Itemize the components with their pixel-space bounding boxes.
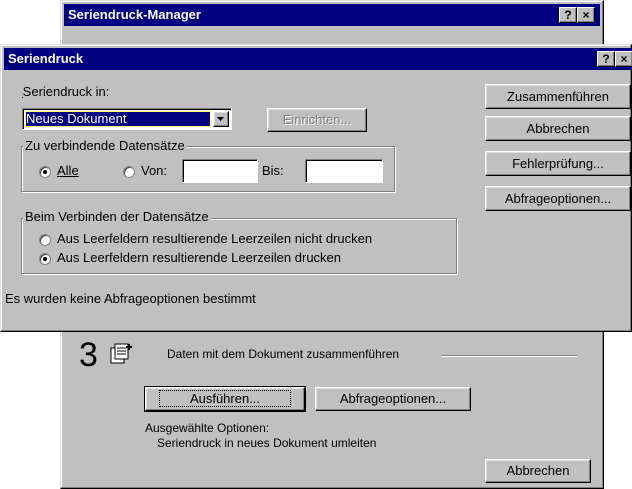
records-group-legend: Zu verbindende Datensätze xyxy=(23,138,187,153)
radio-print-blank-lines-label: Aus Leerfeldern resultierende Leerzeilen… xyxy=(57,250,342,265)
manager-cancel-button[interactable]: Abbrechen xyxy=(485,459,591,483)
dialog-help-button[interactable]: ? xyxy=(597,51,615,67)
run-button-label: Ausführen... xyxy=(158,390,292,407)
manager-close-button[interactable]: × xyxy=(577,7,595,23)
chevron-down-icon[interactable] xyxy=(213,111,229,127)
merge-target-select[interactable]: Neues Dokument xyxy=(22,108,232,130)
merge-target-label: SSeriendruck in: xyxy=(22,84,110,99)
query-status-text: Es wurden keine Abfrageoptionen bestimmt xyxy=(5,291,256,306)
step-number: 3 xyxy=(79,336,98,374)
blank-lines-group xyxy=(21,218,457,274)
to-input[interactable] xyxy=(305,159,383,183)
radio-all-label: Alle xyxy=(57,163,79,178)
merge-target-label-text: Seriendruck in: xyxy=(22,84,110,99)
radio-print-blank-lines[interactable] xyxy=(39,253,51,265)
mail-merge-dialog: Seriendruck ? × SSeriendruck in: Neues D… xyxy=(0,44,632,332)
radio-suppress-blank-lines-label: Aus Leerfeldern resultierende Leerzeilen… xyxy=(57,231,373,246)
step-description: Daten mit dem Dokument zusammenführen xyxy=(167,347,400,361)
from-input[interactable] xyxy=(182,159,258,183)
dialog-query-options-button[interactable]: Abfrageoptionen... xyxy=(485,186,631,211)
selected-options-label: Ausgewählte Optionen: xyxy=(145,421,270,435)
dialog-cancel-button[interactable]: Abbrechen xyxy=(485,116,631,141)
merge-data-icon xyxy=(109,343,133,365)
manager-query-options-button[interactable]: Abfrageoptionen... xyxy=(315,387,471,411)
manager-help-button[interactable]: ? xyxy=(559,7,577,23)
radio-all[interactable] xyxy=(39,166,51,178)
radio-suppress-blank-lines[interactable] xyxy=(39,234,51,246)
step-divider xyxy=(441,355,577,357)
dialog-titlebar[interactable]: Seriendruck xyxy=(4,48,632,70)
setup-button[interactable]: Einrichten... xyxy=(267,108,367,132)
merge-target-value: Neues Dokument xyxy=(25,111,211,127)
radio-from-label: Von: xyxy=(141,163,168,178)
dialog-close-button[interactable]: × xyxy=(615,51,632,67)
selected-options-value: Seriendruck in neues Dokument umleiten xyxy=(157,436,377,450)
to-label: Bis: xyxy=(262,163,284,178)
check-errors-button[interactable]: Fehlerprüfung... xyxy=(485,151,631,176)
manager-titlebar[interactable]: Seriendruck-Manager xyxy=(64,4,600,26)
radio-from[interactable] xyxy=(123,166,135,178)
run-button[interactable]: Ausführen... xyxy=(144,386,306,412)
merge-button[interactable]: Zusammenführen xyxy=(485,84,631,109)
blank-lines-group-legend: Beim Verbinden der Datensätze xyxy=(23,209,211,224)
manager-title: Seriendruck-Manager xyxy=(68,7,201,22)
dialog-title: Seriendruck xyxy=(8,51,84,66)
